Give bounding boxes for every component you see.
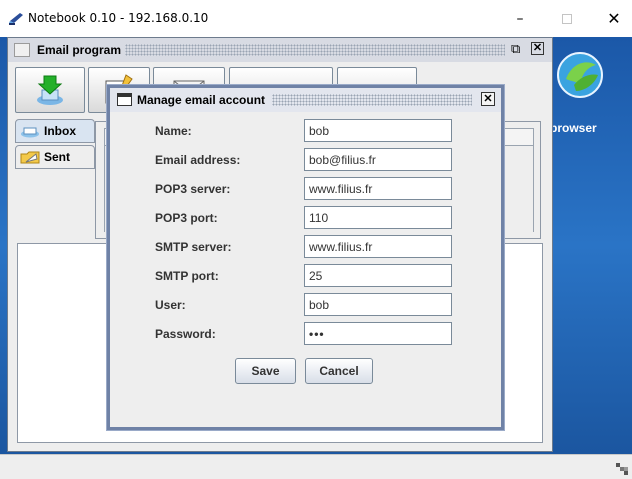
dialog-titlebar[interactable]: Manage email account ✕ [110, 88, 501, 112]
tab-sent[interactable]: Sent [15, 145, 95, 169]
user-field[interactable] [304, 293, 452, 316]
maximize-icon [562, 13, 572, 24]
os-window-titlebar: Notebook 0.10 - 192.168.0.10 – ✕ [0, 0, 632, 37]
pop3-port-field[interactable] [304, 206, 452, 229]
tab-label: Sent [44, 150, 71, 164]
name-label: Name: [155, 124, 192, 138]
smtp-server-label: SMTP server: [155, 240, 232, 254]
tab-label: Inbox [44, 124, 76, 138]
dialog-title: Manage email account [137, 93, 266, 107]
pop3-server-label: POP3 server: [155, 182, 231, 196]
window-icon [14, 43, 30, 57]
titlebar-grip [272, 94, 472, 106]
close-icon[interactable]: ✕ [481, 92, 495, 106]
email-address-field[interactable] [304, 148, 452, 171]
close-icon: ✕ [607, 9, 621, 28]
save-button[interactable]: Save [235, 358, 296, 384]
sent-folder-icon [20, 151, 40, 164]
smtp-port-field[interactable] [304, 264, 452, 287]
minimize-button[interactable]: – [498, 0, 542, 37]
maximize-button[interactable] [545, 0, 589, 37]
desktop-icon-label[interactable]: browser [550, 121, 597, 135]
email-address-label: Email address: [155, 153, 241, 167]
close-icon[interactable]: ✕ [531, 42, 544, 55]
receive-mail-button[interactable] [15, 67, 85, 113]
window-icon [117, 93, 132, 106]
manage-email-account-dialog: Manage email account ✕ Name: Email addre… [107, 85, 504, 430]
receive-mail-icon [37, 75, 63, 105]
email-program-title: Email program [37, 43, 122, 57]
password-field[interactable] [304, 322, 452, 345]
pop3-port-label: POP3 port: [155, 211, 218, 225]
cancel-button[interactable]: Cancel [305, 358, 373, 384]
inbox-tray-icon [21, 127, 39, 138]
tab-inbox[interactable]: Inbox [15, 119, 95, 143]
smtp-port-label: SMTP port: [155, 269, 219, 283]
undock-icon[interactable]: ⧉ [511, 41, 520, 57]
name-field[interactable] [304, 119, 452, 142]
password-label: Password: [155, 327, 216, 341]
minimize-icon: – [516, 10, 524, 27]
resize-grip-icon[interactable] [616, 463, 628, 475]
status-bar [0, 454, 632, 479]
close-window-button[interactable]: ✕ [592, 0, 632, 37]
window-title: Notebook 0.10 - 192.168.0.10 [28, 11, 209, 25]
browser-app-icon[interactable] [556, 51, 604, 99]
smtp-server-field[interactable] [304, 235, 452, 258]
pop3-server-field[interactable] [304, 177, 452, 200]
titlebar-grip [125, 44, 505, 56]
filius-notebook-icon [9, 13, 23, 25]
email-program-titlebar[interactable]: Email program ⧉ ✕ [8, 38, 552, 62]
user-label: User: [155, 298, 186, 312]
